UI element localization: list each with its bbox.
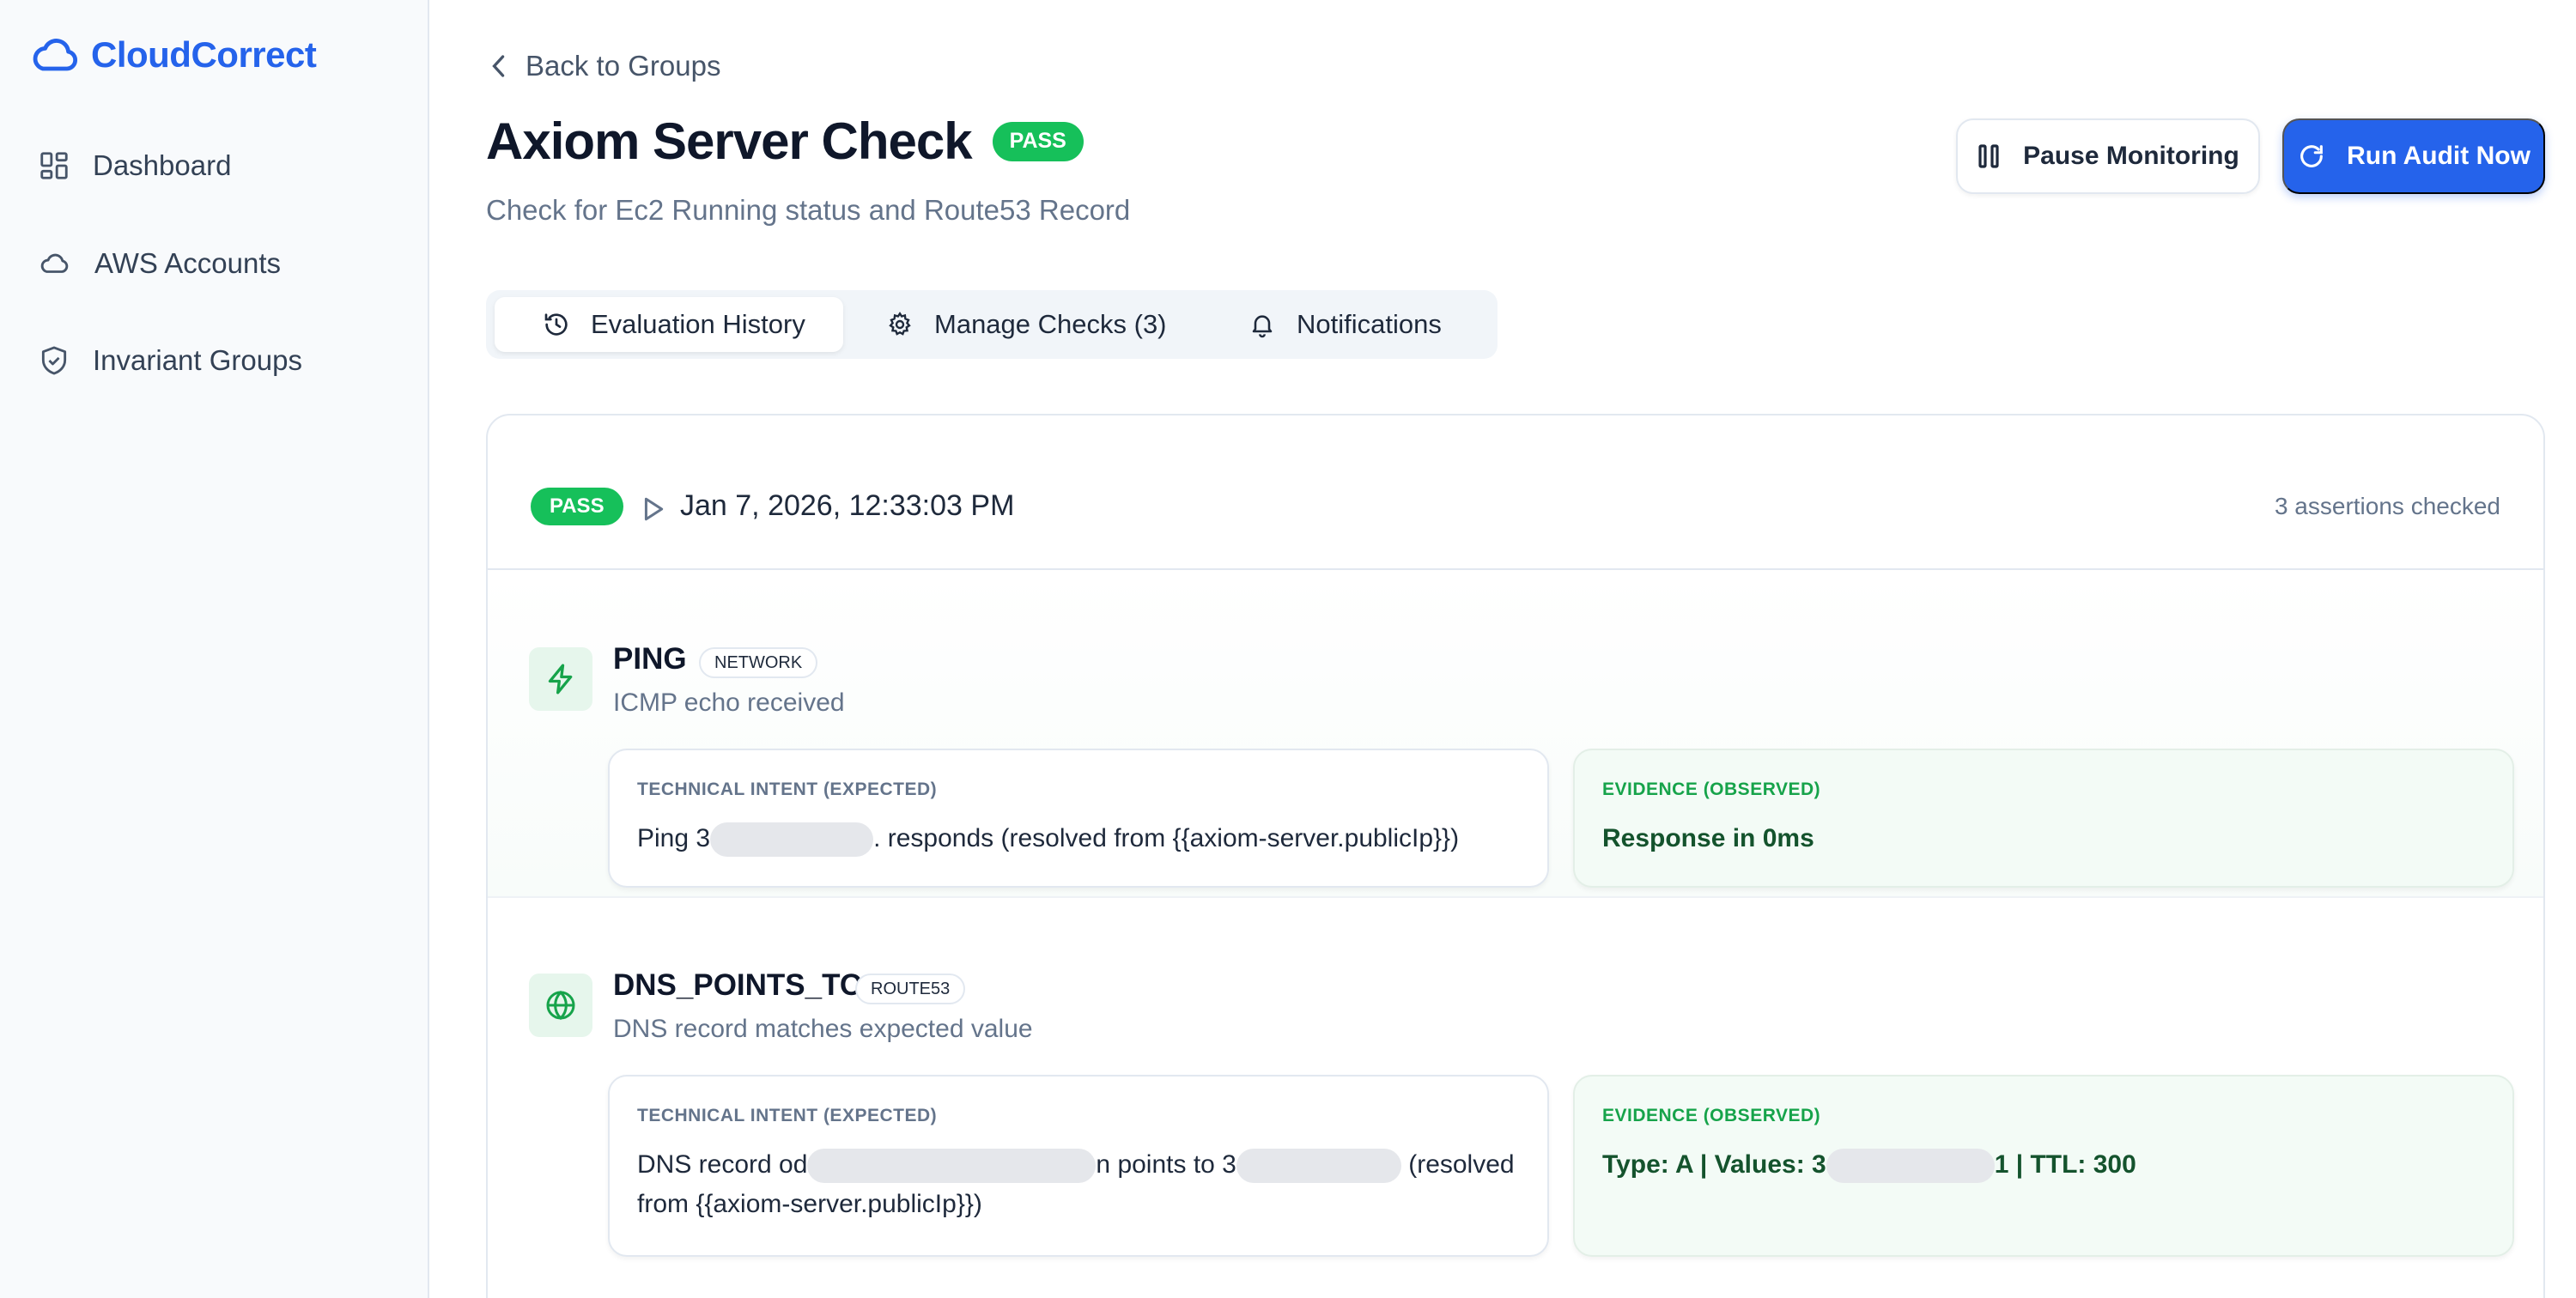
tab-label: Manage Checks (3) <box>934 309 1167 339</box>
gear-icon <box>889 312 911 336</box>
page-subtitle: Check for Ec2 Running status and Route53… <box>486 194 1131 226</box>
intent-box: TECHNICAL INTENT (EXPECTED) DNS record o… <box>608 1075 1549 1257</box>
bell-icon <box>1252 315 1273 338</box>
intent-text: Ping 3 . responds (resolved from {{axiom-… <box>637 819 1459 858</box>
tab-label: Notifications <box>1297 309 1442 339</box>
check-icon-box <box>529 647 592 711</box>
tab-manage-checks[interactable]: Manage Checks (3) <box>886 297 1178 352</box>
brand-name: CloudCorrect <box>91 34 317 75</box>
sidebar: CloudCorrect Dashboard AWS Accounts Inva… <box>0 0 429 1298</box>
sidebar-item-label: Invariant Groups <box>93 344 302 376</box>
run-audit-button[interactable]: Run Audit Now <box>2282 118 2545 194</box>
evidence-box: EVIDENCE (OBSERVED) Response in 0ms <box>1573 749 2514 888</box>
evidence-text: Type: A | Values: 3 1 | TTL: 300 <box>1602 1145 2136 1185</box>
intent-text-part: . responds (resolved from {{axiom-server… <box>873 824 1460 852</box>
pause-icon <box>1978 144 1999 168</box>
evaluation-timestamp: Jan 7, 2026, 12:33:03 PM <box>680 489 1015 522</box>
check-tag: ROUTE53 <box>855 974 966 1004</box>
dashboard-icon <box>40 152 68 179</box>
chevron-left-icon <box>492 55 505 77</box>
globe-icon <box>546 990 575 1021</box>
redacted-value <box>807 1149 1097 1184</box>
back-to-groups-link[interactable]: Back to Groups <box>489 50 720 82</box>
evidence-text-part: Type: A | Values: 3 <box>1602 1150 1826 1179</box>
status-badge: PASS <box>992 121 1084 161</box>
redacted-value <box>1826 1149 1995 1184</box>
app-root: CloudCorrect Dashboard AWS Accounts Inva… <box>0 0 2576 1298</box>
cloud-logo-icon <box>33 39 78 71</box>
check-tag: NETWORK <box>699 647 818 678</box>
evidence-box: EVIDENCE (OBSERVED) Type: A | Values: 3 1… <box>1573 1075 2514 1257</box>
tab-notifications[interactable]: Notifications <box>1249 297 1472 352</box>
history-icon <box>544 313 568 336</box>
intent-text-part: n points to 3 <box>1096 1150 1236 1179</box>
check-name: PING <box>613 642 687 676</box>
check-ping: PING NETWORK ICMP echo received TECHNICA… <box>488 572 2543 898</box>
tab-bar: Evaluation History Manage Checks (3) Not… <box>486 290 1498 359</box>
page-title: Axiom Server Check <box>486 112 973 170</box>
pause-label: Pause Monitoring <box>2023 142 2239 170</box>
intent-text-part: from {{axiom-server.publicIp}}) <box>637 1190 982 1218</box>
run-label: Run Audit Now <box>2347 142 2530 170</box>
intent-text: DNS record od n points to 3 (resolved from… <box>637 1145 1515 1224</box>
sidebar-item-dashboard[interactable]: Dashboard <box>38 149 231 182</box>
back-label: Back to Groups <box>526 50 721 82</box>
check-description: DNS record matches expected value <box>613 1015 1033 1043</box>
intent-text-part: Ping 3 <box>637 824 711 852</box>
evaluation-header[interactable]: PASS Jan 7, 2026, 12:33:03 PM 3 assertio… <box>488 415 2543 570</box>
evidence-text: Response in 0ms <box>1602 824 1814 852</box>
evidence-label: EVIDENCE (OBSERVED) <box>1602 1106 1821 1125</box>
intent-label: TECHNICAL INTENT (EXPECTED) <box>637 1106 938 1125</box>
check-dns-points-to: DNS_POINTS_TO ROUTE53 DNS record matches… <box>488 900 2543 1260</box>
tab-label: Evaluation History <box>591 309 805 339</box>
pause-monitoring-button[interactable]: Pause Monitoring <box>1956 118 2260 194</box>
shield-icon <box>41 346 67 375</box>
check-description: ICMP echo received <box>613 688 845 717</box>
expand-play-icon[interactable] <box>642 496 665 522</box>
evidence-label: EVIDENCE (OBSERVED) <box>1602 779 1821 799</box>
check-name: DNS_POINTS_TO <box>613 968 864 1002</box>
intent-text-part: (resolved <box>1400 1150 1515 1179</box>
tab-evaluation-history[interactable]: Evaluation History <box>495 297 843 352</box>
evidence-text-part: 1 | TTL: 300 <box>1994 1150 2136 1179</box>
evaluation-status-badge: PASS <box>531 488 623 525</box>
sidebar-item-label: Dashboard <box>93 149 232 181</box>
redacted-value <box>710 822 874 858</box>
check-icon-box <box>529 974 592 1037</box>
lightning-icon <box>548 664 573 694</box>
intent-box: TECHNICAL INTENT (EXPECTED) Ping 3 . resp… <box>608 749 1549 888</box>
redacted-value <box>1236 1149 1401 1184</box>
intent-text-part: DNS record od <box>637 1150 808 1179</box>
sidebar-item-invariant-groups[interactable]: Invariant Groups <box>38 343 302 378</box>
title-row: Axiom Server Check PASS <box>486 112 1084 171</box>
sidebar-item-aws-accounts[interactable]: AWS Accounts <box>38 247 281 280</box>
refresh-icon <box>2300 145 2323 167</box>
intent-label: TECHNICAL INTENT (EXPECTED) <box>637 779 938 799</box>
brand-logo[interactable]: CloudCorrect <box>31 34 317 76</box>
assertions-count: 3 assertions checked <box>2274 493 2500 519</box>
sidebar-item-label: AWS Accounts <box>94 247 282 279</box>
cloud-icon <box>40 253 69 273</box>
evaluation-card: PASS Jan 7, 2026, 12:33:03 PM 3 assertio… <box>486 414 2545 1298</box>
